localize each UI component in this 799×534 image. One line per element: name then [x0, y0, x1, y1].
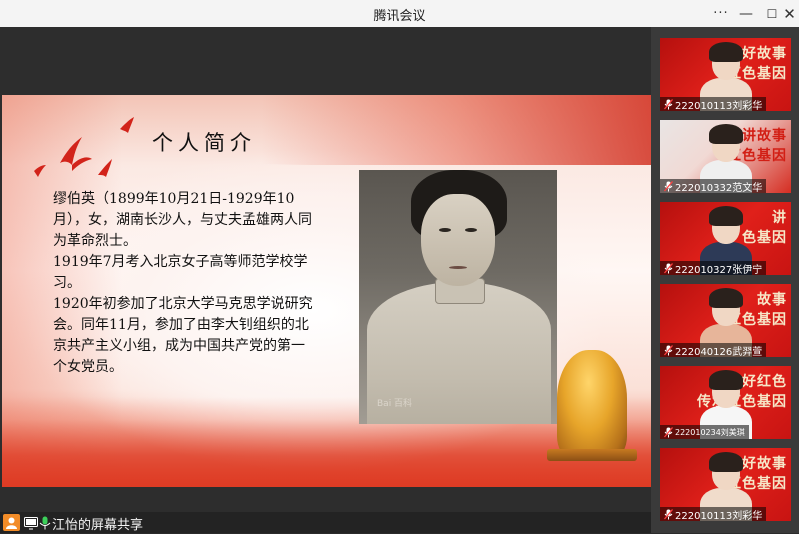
participant-video-panel[interactable]: 讲好故事 红色基因 222010113刘彩华 讲故事 红色基因 222010332范… — [651, 27, 799, 533]
participant-name: 222010113刘彩华 — [675, 510, 763, 522]
participant-video-tile[interactable]: 讲色基因 222010327张伊宁 — [660, 202, 791, 275]
participant-name-bar: 222010113刘彩华 — [660, 507, 767, 522]
participant-video-tile[interactable]: 讲好故事 红色基因 222010113刘彩华 — [660, 448, 791, 521]
slide-body-text: 缪伯英（1899年10月21日-1929年10月），女，湖南长沙人，与丈夫孟雄两… — [53, 189, 315, 378]
participant-name: 222010327张伊宁 — [675, 264, 763, 276]
screen-share-status-bar: 江怡的屏幕共享 — [0, 512, 651, 533]
participant-name-bar: 222010332范文华 — [660, 179, 767, 194]
participant-name-bar: 222010234刘美琪 — [660, 425, 749, 439]
screen-share-label: 江怡的屏幕共享 — [52, 518, 144, 533]
mic-muted-icon — [662, 98, 674, 110]
participant-name-bar: 222040126武羿萱 — [660, 343, 767, 358]
participant-name: 222010113刘彩华 — [675, 100, 763, 112]
participant-name-bar: 222010113刘彩华 — [660, 97, 767, 112]
bio-paragraph: 缪伯英（1899年10月21日-1929年10月），女，湖南长沙人，与丈夫孟雄两… — [53, 191, 312, 249]
mic-muted-icon — [662, 262, 674, 274]
close-button[interactable]: ✕ — [780, 0, 799, 27]
mic-muted-icon — [662, 180, 674, 192]
portrait-face — [421, 194, 495, 286]
mic-muted-icon — [662, 508, 674, 520]
historical-portrait-photo: Bai 百科 — [359, 170, 557, 424]
red-birds-decoration — [34, 117, 134, 177]
participant-name: 222040126武羿萱 — [675, 346, 763, 358]
bio-paragraph: 1919年7月考入北京女子高等师范学校学习。 — [53, 254, 308, 291]
presentation-slide: 个人简介 缪伯英（1899年10月21日-1929年10月），女，湖南长沙人，与… — [2, 95, 651, 487]
window-title: 腾讯会议 — [373, 9, 426, 24]
participant-video-tile[interactable]: 讲故事 红色基因 222010332范文华 — [660, 120, 791, 193]
participant-video-tile[interactable]: 故事 红色基因 222040126武羿萱 — [660, 284, 791, 357]
portrait-eye — [439, 228, 451, 232]
participant-name: 222010234刘美琪 — [675, 427, 745, 437]
portrait-mouth — [449, 266, 467, 269]
golden-lion-statue — [557, 350, 627, 458]
portrait-watermark: Bai 百科 — [377, 399, 413, 409]
shared-screen-area[interactable]: 个人简介 缪伯英（1899年10月21日-1929年10月），女，湖南长沙人，与… — [0, 27, 651, 512]
participant-name: 222010332范文华 — [675, 182, 763, 194]
portrait-eye — [465, 228, 477, 232]
participant-video-tile[interactable]: 讲好故事 红色基因 222010113刘彩华 — [660, 38, 791, 111]
screen-share-icon[interactable] — [24, 515, 38, 530]
microphone-icon[interactable] — [39, 515, 51, 530]
participant-name-bar: 222010327张伊宁 — [660, 261, 767, 276]
user-icon[interactable] — [3, 514, 20, 531]
slide-heading: 个人简介 — [152, 131, 256, 155]
bio-paragraph: 1920年初参加了北京大学马克思学说研究会。同年11月，参加了由李大钊组织的北京… — [53, 296, 313, 375]
title-bar: 腾讯会议 ··· — ☐ ✕ — [0, 0, 799, 28]
mic-muted-icon — [662, 344, 674, 356]
lion-statue-base — [547, 449, 637, 461]
mic-muted-icon — [662, 426, 674, 438]
participant-video-tile[interactable]: 讲好红色 传承红色基因 222010234刘美琪 — [660, 366, 791, 439]
